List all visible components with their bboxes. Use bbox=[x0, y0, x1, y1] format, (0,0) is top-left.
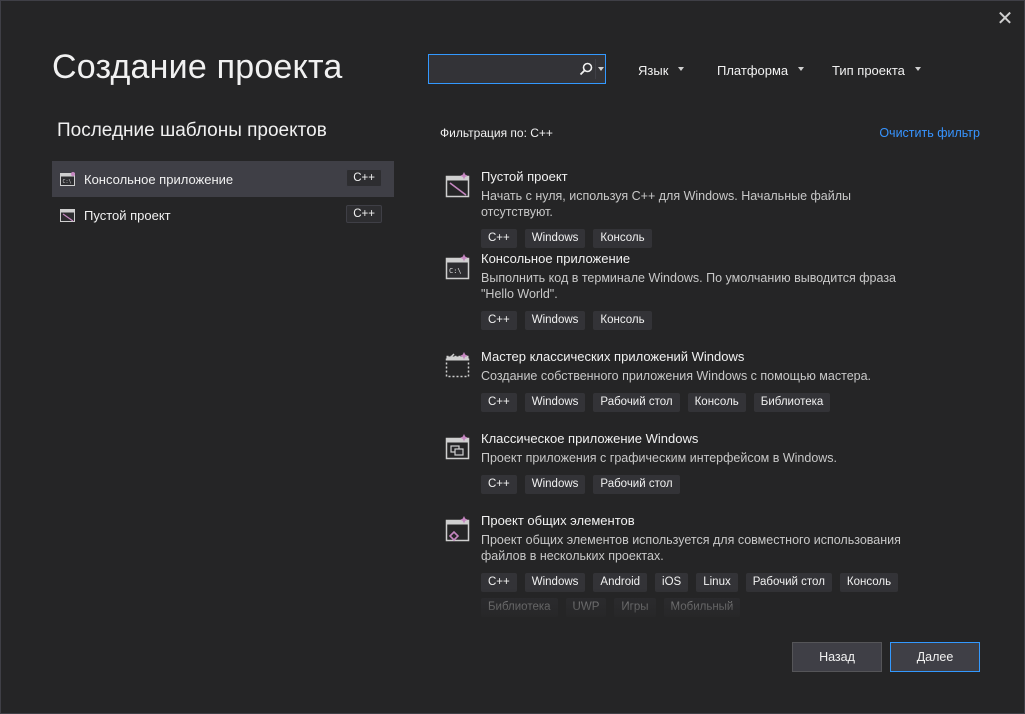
tag: C++ bbox=[481, 311, 517, 330]
recent-item-label: Консольное приложение bbox=[84, 171, 234, 187]
tag: Linux bbox=[696, 573, 738, 592]
project-type-filter-dropdown[interactable]: Тип проекта bbox=[832, 63, 921, 78]
tag: Рабочий стол bbox=[593, 475, 680, 494]
template-list: Пустой проект Начать с нуля, используя C… bbox=[440, 168, 960, 620]
chevron-down-icon bbox=[798, 66, 805, 71]
template-tags: C++ Windows Android iOS Linux Рабочий ст… bbox=[481, 573, 960, 617]
template-title: Консольное приложение bbox=[481, 251, 631, 266]
clear-filter-link[interactable]: Очистить фильтр bbox=[879, 126, 980, 140]
tag: Android bbox=[593, 573, 648, 592]
shared-items-icon bbox=[445, 516, 470, 542]
template-description: Начать с нуля, используя C++ для Windows… bbox=[481, 189, 852, 219]
search-box bbox=[428, 54, 606, 84]
desktop-app-icon bbox=[445, 434, 470, 460]
page-title: Создание проекта bbox=[52, 48, 343, 86]
chevron-down-icon bbox=[678, 66, 685, 71]
recent-templates-list: C:\ Консольное приложение C++ Пустой про… bbox=[52, 161, 394, 233]
tag: Библиотека bbox=[481, 598, 558, 617]
search-icon[interactable] bbox=[579, 62, 593, 76]
back-button[interactable]: Назад bbox=[792, 642, 882, 672]
template-description: Проект общих элементов используется для … bbox=[481, 533, 901, 563]
tag: C++ bbox=[481, 475, 517, 494]
filter-status: Фильтрация по: C++ bbox=[440, 126, 553, 140]
template-description: Проект приложения с графическим интерфей… bbox=[481, 451, 838, 465]
tag: Библиотека bbox=[753, 393, 831, 412]
template-description: Создание собственного приложения Windows… bbox=[481, 369, 872, 383]
language-badge: C++ bbox=[346, 205, 382, 223]
tag: Консоль bbox=[593, 229, 652, 248]
template-item-windows-wizard[interactable]: Мастер классических приложений Windows С… bbox=[440, 348, 960, 430]
recent-item-console-app[interactable]: C:\ Консольное приложение C++ bbox=[52, 161, 394, 197]
next-button[interactable]: Далее bbox=[890, 642, 980, 672]
empty-project-icon bbox=[445, 172, 470, 198]
tag: Мобильный bbox=[663, 598, 741, 617]
console-app-icon: C:\ bbox=[60, 172, 75, 186]
template-item-windows-desktop[interactable]: Классическое приложение Windows Проект п… bbox=[440, 430, 960, 512]
tag: Консоль bbox=[839, 573, 899, 592]
svg-text:C:\: C:\ bbox=[63, 179, 72, 185]
wizard-icon bbox=[445, 352, 470, 378]
recent-item-label: Пустой проект bbox=[84, 207, 171, 223]
svg-text:C:\: C:\ bbox=[449, 267, 462, 275]
tag: Рабочий стол bbox=[745, 573, 832, 592]
language-filter-dropdown[interactable]: Язык bbox=[638, 63, 685, 78]
empty-project-icon bbox=[60, 209, 75, 222]
tag: Windows bbox=[524, 475, 586, 494]
close-icon[interactable]: ✕ bbox=[995, 9, 1015, 29]
template-tags: C++ Windows Консоль bbox=[481, 311, 960, 330]
tag: iOS bbox=[655, 573, 689, 592]
recent-templates-title: Последние шаблоны проектов bbox=[57, 120, 327, 141]
tag: Windows bbox=[524, 573, 586, 592]
tag: Консоль bbox=[687, 393, 746, 412]
template-item-empty-project[interactable]: Пустой проект Начать с нуля, используя C… bbox=[440, 168, 960, 250]
tag: Windows bbox=[524, 311, 586, 330]
template-title: Проект общих элементов bbox=[481, 513, 635, 528]
recent-item-empty-project[interactable]: Пустой проект C++ bbox=[52, 197, 394, 233]
template-tags: C++ Windows Рабочий стол Консоль Библиот… bbox=[481, 393, 960, 412]
template-tags: C++ Windows Консоль bbox=[481, 229, 960, 248]
project-type-filter-label: Тип проекта bbox=[832, 63, 905, 78]
console-app-icon: C:\ bbox=[445, 254, 470, 280]
template-item-shared-items[interactable]: Проект общих элементов Проект общих элем… bbox=[440, 512, 960, 617]
platform-filter-label: Платформа bbox=[717, 63, 789, 78]
template-title: Пустой проект bbox=[481, 169, 568, 184]
language-badge: C++ bbox=[346, 169, 382, 187]
template-description: Выполнить код в терминале Windows. По ум… bbox=[481, 271, 897, 301]
tag: Windows bbox=[524, 229, 586, 248]
tag: C++ bbox=[481, 573, 517, 592]
tag: Windows bbox=[524, 393, 586, 412]
search-input[interactable] bbox=[433, 59, 577, 81]
tag: Рабочий стол bbox=[593, 393, 680, 412]
tag: C++ bbox=[481, 393, 517, 412]
template-item-console-app[interactable]: C:\ Консольное приложение Выполнить код … bbox=[440, 250, 960, 348]
search-separator bbox=[595, 59, 596, 79]
tag: C++ bbox=[481, 229, 517, 248]
tag: UWP bbox=[565, 598, 607, 617]
template-title: Классическое приложение Windows bbox=[481, 431, 699, 446]
chevron-down-icon bbox=[914, 66, 921, 71]
language-filter-label: Язык bbox=[638, 63, 669, 78]
tag: Игры bbox=[614, 598, 656, 617]
tag: Консоль bbox=[593, 311, 652, 330]
template-title: Мастер классических приложений Windows bbox=[481, 349, 745, 364]
platform-filter-dropdown[interactable]: Платформа bbox=[717, 63, 805, 78]
chevron-down-icon[interactable] bbox=[598, 67, 604, 71]
template-tags: C++ Windows Рабочий стол bbox=[481, 475, 960, 494]
